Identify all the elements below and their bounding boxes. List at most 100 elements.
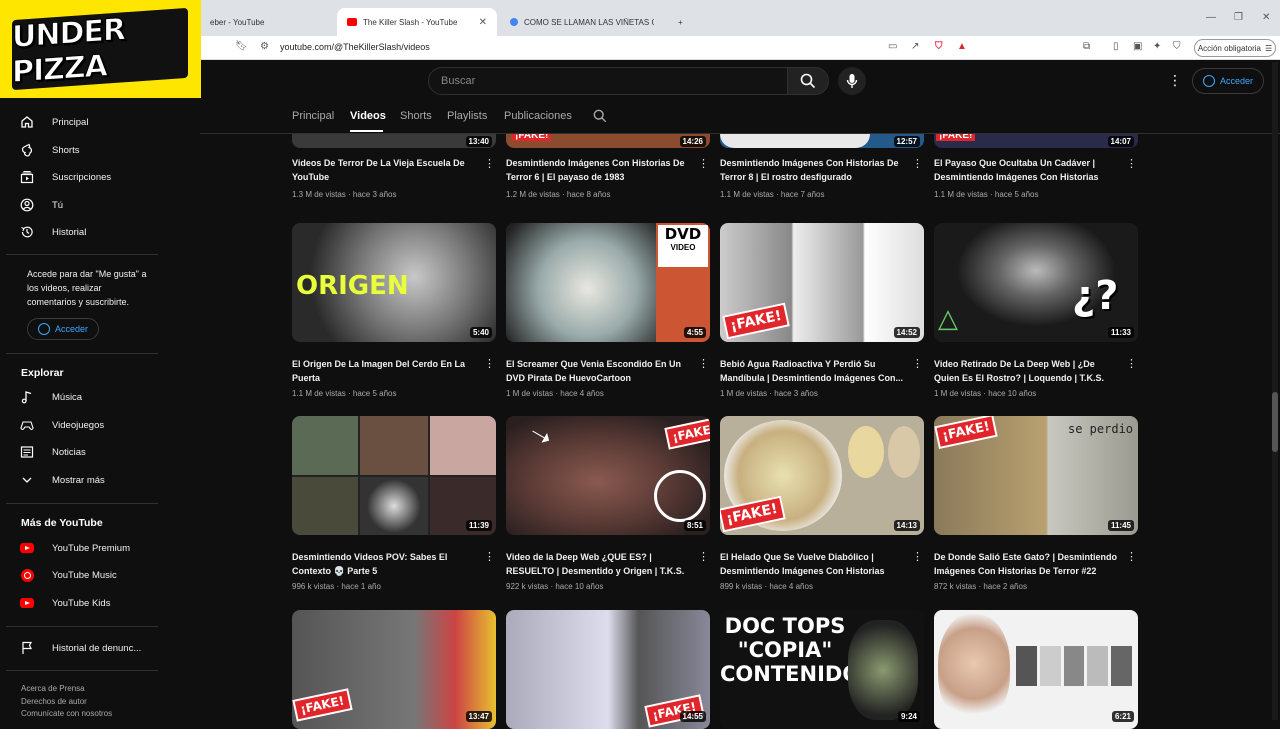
browser-tab[interactable]: COMO SE LLAMAN LAS VIÑETAS GO [500,8,668,36]
video-menu-icon[interactable]: ⋮ [484,550,495,563]
extension-icon[interactable]: ⧉ [1083,41,1090,52]
tab-playlists[interactable]: Playlists [447,110,487,122]
scrollbar-thumb[interactable] [1272,392,1278,452]
vpn-icon[interactable]: ⛉ [1173,41,1181,52]
video-thumbnail[interactable]: ¡FAKE! ➝ 8:51 [506,416,710,535]
video-menu-icon[interactable]: ⋮ [698,357,709,370]
channel-search-button[interactable] [593,109,607,128]
video-menu-icon[interactable]: ⋮ [698,550,709,563]
maximize-icon[interactable]: ❐ [1234,12,1243,23]
video-thumbnail[interactable]: 6:21 [934,610,1138,729]
video-card[interactable]: DOC TOPS "COPIA" CONTENIDO 9:24 [720,610,924,729]
sidebar-item-noticias[interactable]: Noticias [20,442,86,462]
footer-link-about[interactable]: Acerca de Prensa [21,684,85,693]
video-thumbnail[interactable]: DOC TOPS "COPIA" CONTENIDO 9:24 [720,610,924,729]
video-title[interactable]: Videos De Terror De La Vieja Escuela De … [292,156,478,184]
video-menu-icon[interactable]: ⋮ [912,550,923,563]
sidebar-item-historial[interactable]: Historial [20,222,86,242]
sidebar-item-youtube-premium[interactable]: YouTube Premium [20,538,130,558]
video-menu-icon[interactable]: ⋮ [484,357,495,370]
voice-search-button[interactable] [838,67,866,95]
video-title[interactable]: Desmintiendo Imágenes Con Historias De T… [720,156,906,184]
wallet-icon[interactable]: ▣ [1133,41,1142,52]
signin-button[interactable]: Acceder [1192,68,1264,94]
tab-publicaciones[interactable]: Publicaciones [504,110,572,122]
video-thumbnail[interactable]: 11:39 [292,416,496,535]
video-menu-icon[interactable]: ⋮ [1126,157,1137,170]
sidebar-item-tu[interactable]: Tú [20,195,63,215]
video-title[interactable]: El Payaso Que Ocultaba Un Cadáver | Desm… [934,156,1120,184]
tab-videos[interactable]: Videos [350,110,386,122]
video-thumbnail[interactable]: ¡FAKE! se perdio 11:45 [934,416,1138,535]
video-thumbnail[interactable]: 13:40 [292,134,496,148]
video-card[interactable]: 6:21 [934,610,1138,729]
sidebar-item-principal[interactable]: Principal [20,112,88,132]
video-menu-icon[interactable]: ⋮ [912,157,923,170]
video-title[interactable]: Bebió Agua Radioactiva Y Perdió Su Mandí… [720,357,906,385]
video-card[interactable]: ¡FAKE! ➝ 8:51 Video de la Deep Web ¿QUE … [506,416,710,591]
sidebar-show-more[interactable]: Mostrar más [20,470,105,490]
url-field[interactable]: youtube.com/@TheKillerSlash/videos [280,42,430,52]
video-menu-icon[interactable]: ⋮ [1126,550,1137,563]
close-window-icon[interactable]: ✕ [1262,12,1270,23]
action-required-button[interactable]: Acción obligatoria ☰ [1194,39,1276,57]
video-card[interactable]: 11:39 Desmintiendo Videos POV: Sabes El … [292,416,496,591]
browser-tab-active[interactable]: The Killer Slash - YouTube ✕ [337,8,497,36]
scrollbar-track[interactable] [1272,62,1278,720]
minimize-icon[interactable]: — [1206,12,1216,23]
video-thumbnail[interactable]: ¡FAKE! 14:52 [720,223,924,342]
video-card[interactable]: ¡FAKE! 13:47 [292,610,496,729]
video-thumbnail[interactable]: ORIGEN 5:40 [292,223,496,342]
video-card[interactable]: DVD VIDEO 4:55 El Screamer Que Venia Esc… [506,223,710,398]
browser-tab[interactable]: eber - YouTube [200,8,335,36]
video-thumbnail[interactable]: DVD VIDEO 4:55 [506,223,710,342]
video-title[interactable]: De Donde Salió Este Gato? | Desmintiendo… [934,550,1120,578]
video-menu-icon[interactable]: ⋮ [484,157,495,170]
brave-shield-icon[interactable]: ⛉ [935,41,943,52]
tab-shorts[interactable]: Shorts [400,110,432,122]
new-tab-button[interactable]: + [668,8,693,36]
sidebar-signin-button[interactable]: Acceder [27,318,99,340]
sidebar-item-videojuegos[interactable]: Videojuegos [20,415,104,435]
video-card[interactable]: ¡FAKE! 14:55 [506,610,710,729]
sidebar-item-suscripciones[interactable]: Suscripciones [20,167,111,187]
video-title[interactable]: El Helado Que Se Vuelve Diabólico | Desm… [720,550,906,578]
ai-icon[interactable]: ✦ [1153,41,1161,52]
rewards-icon[interactable]: ▲ [957,41,967,52]
search-input[interactable]: Buscar [428,67,788,95]
video-card[interactable]: ORIGEN 5:40 El Origen De La Imagen Del C… [292,223,496,398]
video-thumbnail[interactable]: ¡FAKE! 14:13 [720,416,924,535]
video-card[interactable]: ¡FAKE! se perdio 11:45 De Donde Salió Es… [934,416,1138,591]
footer-link-copyright[interactable]: Derechos de autor [21,697,87,706]
video-thumbnail[interactable]: 12:57 [720,134,924,148]
video-card[interactable]: ¡FAKE! 14:52 Bebió Agua Radioactiva Y Pe… [720,223,924,398]
cast-icon[interactable]: ▭ [888,41,897,52]
video-title[interactable]: Desmintiendo Imágenes Con Historias De T… [506,156,692,184]
video-thumbnail[interactable]: ¿? △ 11:33 [934,223,1138,342]
sidebar-icon[interactable]: ▯ [1113,41,1119,52]
bookmark-icon[interactable]: 🔖︎ [235,41,248,52]
sidebar-item-musica[interactable]: Música [20,387,82,407]
site-info-icon[interactable]: ⚙︎ [260,41,269,52]
video-menu-icon[interactable]: ⋮ [698,157,709,170]
footer-link-contact[interactable]: Comunícate con nosotros [21,709,112,718]
video-title[interactable]: Desmintiendo Videos POV: Sabes El Contex… [292,550,478,578]
share-icon[interactable]: ↗ [911,41,919,52]
sidebar-item-shorts[interactable]: Shorts [20,140,79,160]
video-thumbnail[interactable]: ¡FAKE! 14:55 [506,610,710,729]
sidebar-item-youtube-music[interactable]: YouTube Music [20,565,117,585]
search-button[interactable] [787,67,829,95]
sidebar-item-report-history[interactable]: Historial de denunc... [20,638,141,658]
video-thumbnail[interactable]: ¡FAKE! 14:07 [934,134,1138,148]
video-title[interactable]: El Origen De La Imagen Del Cerdo En La P… [292,357,478,385]
video-title[interactable]: Video Retirado De La Deep Web | ¿De Quie… [934,357,1120,385]
settings-menu-icon[interactable]: ⋮ [1168,72,1182,89]
close-tab-icon[interactable]: ✕ [479,17,487,28]
tab-principal[interactable]: Principal [292,110,334,122]
video-title[interactable]: Video de la Deep Web ¿QUE ES? | RESUELTO… [506,550,692,578]
video-card[interactable]: ¿? △ 11:33 Video Retirado De La Deep Web… [934,223,1138,398]
sidebar-item-youtube-kids[interactable]: YouTube Kids [20,593,110,613]
video-card[interactable]: ¡FAKE! 14:13 El Helado Que Se Vuelve Dia… [720,416,924,591]
video-title[interactable]: El Screamer Que Venia Escondido En Un DV… [506,357,692,385]
video-menu-icon[interactable]: ⋮ [1126,357,1137,370]
